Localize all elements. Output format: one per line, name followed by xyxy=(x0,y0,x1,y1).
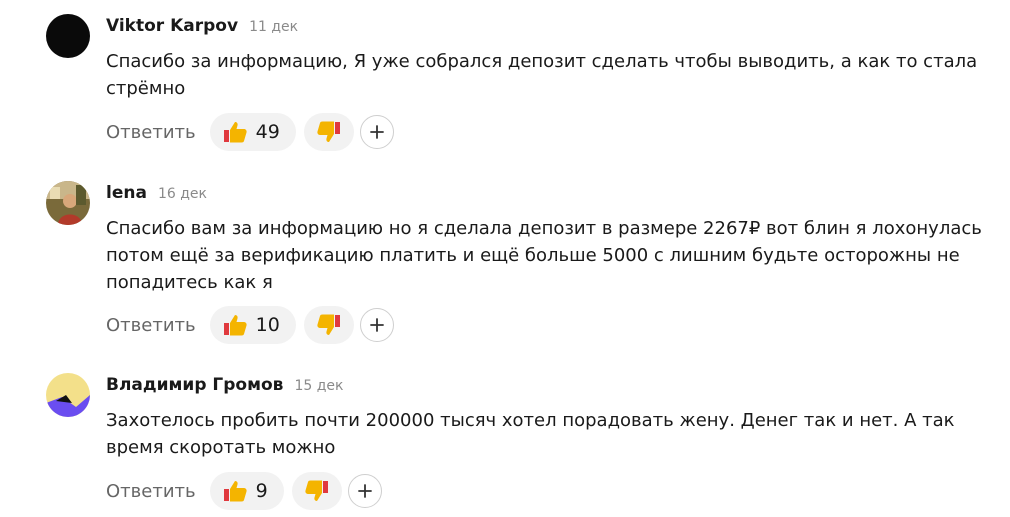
thumbs-down-icon xyxy=(305,480,328,501)
thumbs-up-icon xyxy=(223,481,247,502)
comment-meta: Владимир Громов 15 дек xyxy=(106,375,990,399)
like-button[interactable]: 9 xyxy=(209,472,284,510)
plus-icon xyxy=(369,318,384,332)
comment-text: Спасибо вам за информацию но я сделала д… xyxy=(106,218,982,293)
like-count: 10 xyxy=(255,314,280,336)
comment-meta: Viktor Karpov 11 дек xyxy=(106,16,990,40)
add-reaction-button[interactable] xyxy=(359,115,394,149)
thumbs-down-icon xyxy=(317,121,340,142)
thumbs-up-icon xyxy=(223,315,247,336)
avatar[interactable] xyxy=(46,373,90,417)
reply-button[interactable]: Ответить xyxy=(106,481,196,502)
comment-text: Захотелось пробить почти 200000 тысяч хо… xyxy=(106,410,955,458)
plus-icon xyxy=(369,125,384,139)
comment-author[interactable]: lena xyxy=(106,183,147,203)
dislike-button[interactable] xyxy=(303,306,354,344)
thumbs-up-icon xyxy=(223,122,247,143)
thumbs-down-icon xyxy=(317,314,340,335)
dislike-button[interactable] xyxy=(291,472,342,510)
comment-actions: Ответить 9 xyxy=(106,472,382,510)
avatar[interactable] xyxy=(46,14,90,58)
comment-date: 15 дек xyxy=(294,378,344,394)
dislike-button[interactable] xyxy=(303,113,354,151)
like-button[interactable]: 10 xyxy=(209,306,296,344)
comment-date: 16 дек xyxy=(157,186,207,202)
plus-icon xyxy=(357,484,372,498)
add-reaction-button[interactable] xyxy=(347,474,382,508)
comment-text: Спасибо за информацию, Я уже собрался де… xyxy=(106,51,978,99)
like-count: 49 xyxy=(255,121,280,143)
comment-author[interactable]: Владимир Громов xyxy=(106,375,283,395)
avatar-photo xyxy=(46,181,90,225)
add-reaction-button[interactable] xyxy=(359,308,394,342)
comment-actions: Ответить 10 xyxy=(106,306,394,344)
reply-button[interactable]: Ответить xyxy=(106,315,196,336)
comment-meta: lena 16 дек xyxy=(106,183,990,207)
avatar-generated xyxy=(46,373,90,417)
like-button[interactable]: 49 xyxy=(209,113,296,151)
comment-actions: Ответить 49 xyxy=(106,113,394,151)
comment-date: 11 дек xyxy=(249,19,299,35)
reply-button[interactable]: Ответить xyxy=(106,122,196,143)
comment-author[interactable]: Viktor Karpov xyxy=(106,16,238,36)
like-count: 9 xyxy=(255,480,268,502)
avatar[interactable] xyxy=(46,181,90,225)
